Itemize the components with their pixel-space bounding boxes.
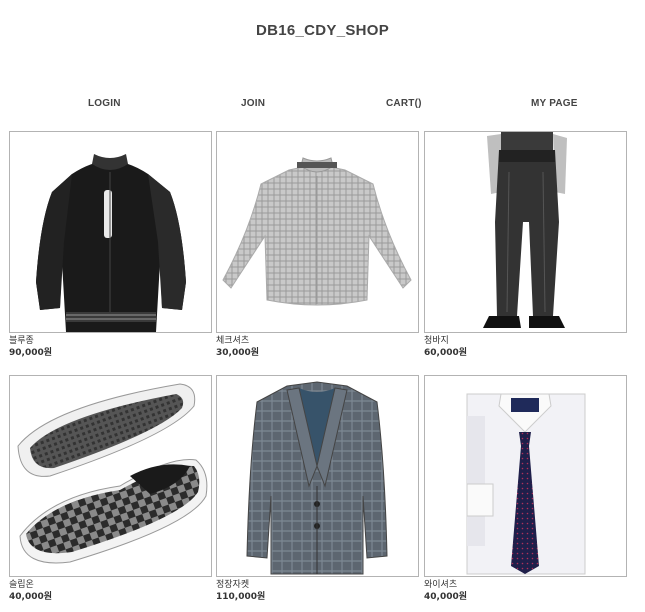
product-image-frame[interactable]	[9, 375, 212, 577]
product-price: 40,000원	[424, 592, 468, 602]
login-link[interactable]: LOGIN	[88, 98, 121, 109]
grey-check-blazer-image	[246, 381, 388, 575]
product-name: 블루종	[9, 336, 34, 346]
cart-link[interactable]: CART()	[386, 98, 422, 109]
product-name: 슬립온	[9, 580, 34, 590]
grey-check-shirt-image	[222, 157, 412, 306]
checkered-slip-on-shoes-image	[17, 383, 208, 564]
product-price: 40,000원	[9, 592, 53, 602]
product-price: 90,000원	[9, 348, 53, 358]
product-price: 110,000원	[216, 592, 266, 602]
product-card[interactable]: 정장자켓 110,000원	[216, 375, 419, 603]
product-card[interactable]: 슬립온 40,000원	[9, 375, 212, 603]
product-image-frame[interactable]	[216, 375, 419, 577]
product-card[interactable]: 청바지 60,000원	[424, 131, 627, 359]
white-dress-shirt-tie-image	[466, 393, 586, 575]
join-link[interactable]: JOIN	[241, 98, 265, 109]
mypage-link[interactable]: MY PAGE	[531, 98, 578, 109]
black-jeans-model-image	[483, 132, 567, 328]
product-image-frame[interactable]	[216, 131, 419, 333]
black-varsity-jacket-image	[36, 154, 186, 332]
product-price: 60,000원	[424, 348, 468, 358]
product-card[interactable]: 체크셔츠 30,000원	[216, 131, 419, 359]
product-price: 30,000원	[216, 348, 260, 358]
product-name: 청바지	[424, 336, 449, 346]
product-image-frame[interactable]	[9, 131, 212, 333]
product-image-frame[interactable]	[424, 375, 627, 577]
product-name: 체크셔츠	[216, 336, 250, 346]
product-name: 정장자켓	[216, 580, 250, 590]
product-image-frame[interactable]	[424, 131, 627, 333]
product-card[interactable]: 와이셔츠 40,000원	[424, 375, 627, 603]
product-name: 와이셔츠	[424, 580, 458, 590]
shop-title: DB16_CDY_SHOP	[255, 22, 390, 39]
product-card[interactable]: 블루종 90,000원	[9, 131, 212, 359]
